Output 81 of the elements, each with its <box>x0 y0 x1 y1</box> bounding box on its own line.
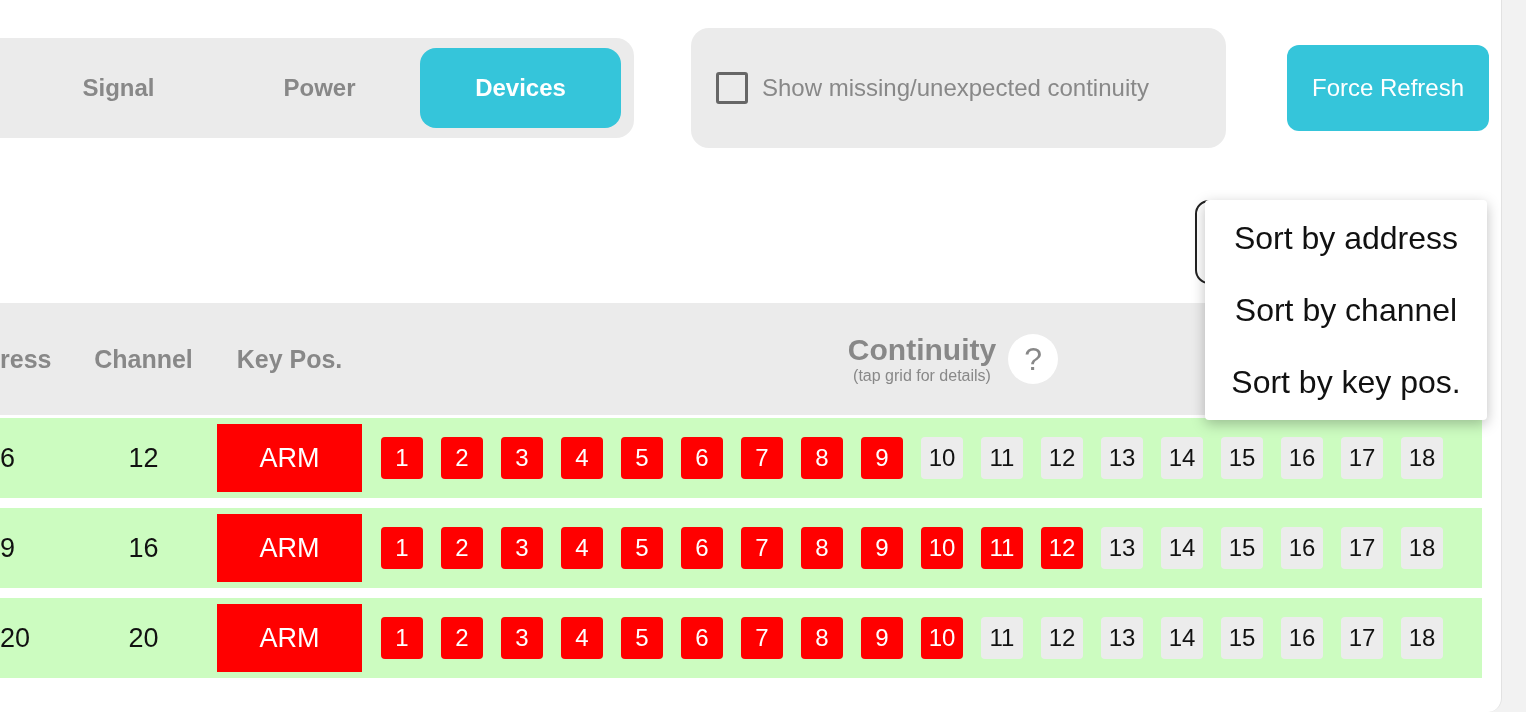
continuity-cell[interactable]: 5 <box>621 527 663 569</box>
continuity-cell[interactable]: 6 <box>681 617 723 659</box>
continuity-cell[interactable]: 5 <box>621 617 663 659</box>
continuity-cell[interactable]: 9 <box>861 527 903 569</box>
continuity-cell[interactable]: 10 <box>921 437 963 479</box>
continuity-cell[interactable]: 14 <box>1161 437 1203 479</box>
channel-cell-text: 20 <box>127 622 160 654</box>
continuity-cell[interactable]: 18 <box>1401 527 1443 569</box>
key-position-cell: ARM <box>217 604 362 672</box>
continuity-cell[interactable]: 11 <box>981 437 1023 479</box>
continuity-cell[interactable]: 2 <box>441 617 483 659</box>
continuity-cell[interactable]: 16 <box>1281 527 1323 569</box>
table-row[interactable]: 9 16 ARM 1 2 3 4 5 6 7 8 9 10 11 12 13 14 15 16 17 18 <box>0 508 1482 588</box>
continuity-cell[interactable]: 8 <box>801 527 843 569</box>
column-header: Channel <box>93 344 194 374</box>
continuity-cell[interactable]: 16 <box>1281 617 1323 659</box>
continuity-cell[interactable]: 15 <box>1221 437 1263 479</box>
column-header: ress <box>0 344 53 374</box>
continuity-cell[interactable]: 4 <box>561 617 603 659</box>
continuity-cell[interactable]: 7 <box>741 437 783 479</box>
continuity-cell[interactable]: 17 <box>1341 437 1383 479</box>
continuity-cell[interactable]: 13 <box>1101 437 1143 479</box>
continuity-cell[interactable]: 13 <box>1101 617 1143 659</box>
continuity-cell[interactable]: 12 <box>1041 437 1083 479</box>
continuity-cell[interactable]: 1 <box>381 617 423 659</box>
table-row[interactable]: 6 12 ARM 1 2 3 4 5 6 7 8 9 10 11 12 13 14 15 16 17 18 <box>0 418 1482 498</box>
tab[interactable]: Power <box>219 48 420 128</box>
address-cell-text: 9 <box>0 532 17 564</box>
continuity-cell[interactable]: 16 <box>1281 437 1323 479</box>
continuity-cell[interactable]: 9 <box>861 617 903 659</box>
continuity-cell[interactable]: 7 <box>741 617 783 659</box>
continuity-cell[interactable]: 10 <box>921 617 963 659</box>
channel-cell-text: 16 <box>127 532 160 564</box>
column-hint: (tap grid for details) <box>853 367 991 385</box>
checkbox[interactable] <box>716 72 748 104</box>
continuity-cell[interactable]: 18 <box>1401 437 1443 479</box>
continuity-cell[interactable]: 15 <box>1221 527 1263 569</box>
continuity-cell[interactable]: 2 <box>441 437 483 479</box>
continuity-cell[interactable]: 6 <box>681 437 723 479</box>
continuity-cell[interactable]: 6 <box>681 527 723 569</box>
key-position-cell: ARM <box>217 514 362 582</box>
continuity-cell[interactable]: 18 <box>1401 617 1443 659</box>
continuity-cell[interactable]: 9 <box>861 437 903 479</box>
table-row[interactable]: 20 20 ARM 1 2 3 4 5 6 7 8 9 10 11 12 13 14 15 16 17 18 <box>0 598 1482 678</box>
continuity-cell[interactable]: 2 <box>441 527 483 569</box>
checkbox-label: Show missing/unexpected continuity <box>762 74 1149 102</box>
tab[interactable]: Devices <box>420 48 621 128</box>
key-position-cell: ARM <box>217 424 362 492</box>
address-cell-text: 6 <box>0 442 17 474</box>
continuity-cell[interactable]: 5 <box>621 437 663 479</box>
continuity-cell[interactable]: 1 <box>381 527 423 569</box>
continuity-cell[interactable]: 17 <box>1341 617 1383 659</box>
continuity-cell[interactable]: 13 <box>1101 527 1143 569</box>
address-cell-text: 20 <box>0 622 32 654</box>
channel-cell-text: 12 <box>127 442 160 474</box>
continuity-cell[interactable]: 11 <box>981 527 1023 569</box>
column-header: Key Pos. <box>235 344 344 374</box>
force-refresh-button[interactable]: Force Refresh <box>1287 45 1489 131</box>
continuity-cell[interactable]: 11 <box>981 617 1023 659</box>
continuity-cell[interactable]: 4 <box>561 527 603 569</box>
continuity-cell[interactable]: 4 <box>561 437 603 479</box>
continuity-cell[interactable]: 14 <box>1161 617 1203 659</box>
continuity-cell[interactable]: 10 <box>921 527 963 569</box>
continuity-cell[interactable]: 15 <box>1221 617 1263 659</box>
continuity-cell[interactable]: 12 <box>1041 527 1083 569</box>
tab[interactable]: Signal <box>18 48 219 128</box>
continuity-cell[interactable]: 1 <box>381 437 423 479</box>
menu-item[interactable]: Sort by channel <box>1205 274 1487 346</box>
continuity-cell[interactable]: 7 <box>741 527 783 569</box>
continuity-cell[interactable]: 3 <box>501 527 543 569</box>
menu-item[interactable]: Sort by key pos. <box>1205 346 1487 418</box>
continuity-cell[interactable]: 12 <box>1041 617 1083 659</box>
help-button[interactable]: ? <box>1008 334 1059 384</box>
continuity-cell[interactable]: 3 <box>501 437 543 479</box>
menu-item[interactable]: Sort by address <box>1205 202 1487 274</box>
continuity-cell[interactable]: 3 <box>501 617 543 659</box>
continuity-cell[interactable]: 17 <box>1341 527 1383 569</box>
continuity-cell[interactable]: 14 <box>1161 527 1203 569</box>
continuity-cell[interactable]: 8 <box>801 617 843 659</box>
column-header: Continuity <box>847 333 997 367</box>
continuity-cell[interactable]: 8 <box>801 437 843 479</box>
